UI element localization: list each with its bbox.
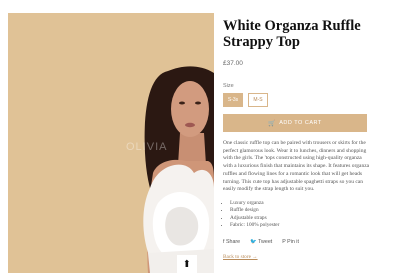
product-price: £37.00 [223,60,243,67]
cart-icon: 🛒 [268,120,277,127]
product-image[interactable]: OLIVIA [8,13,214,273]
size-options: S-3s M-S [223,93,371,107]
share-bar: f Share 🐦 Tweet P Pin it [223,239,371,245]
watermark-text: OLIVIA [126,141,168,153]
size-option-m[interactable]: M-S [248,93,268,107]
add-to-cart-button[interactable]: 🛒 ADD TO CART [223,114,367,132]
list-item: Ruffle design [230,207,371,214]
share-label: Share [225,238,241,245]
size-option-s[interactable]: S-3s [223,93,243,107]
twitter-icon: 🐦 [250,238,257,245]
arrow-up-icon: ⬆ [182,258,192,270]
pinterest-icon: P [282,238,286,245]
back-to-store-link[interactable]: Back to store → [223,254,371,260]
zoom-button[interactable]: ⬆ [177,255,197,273]
tweet-label: Tweet [258,238,273,245]
list-item: Adjustable straps [230,215,371,222]
add-to-cart-label: ADD TO CART [279,120,322,126]
size-label: Size [223,83,234,89]
product-title: White Organza Ruffle Strappy Top [223,18,361,50]
share-facebook-button[interactable]: f Share [223,239,240,245]
pin-label: Pin it [287,238,299,245]
facebook-icon: f [223,238,225,245]
product-info: White Organza Ruffle Strappy Top £37.00 … [223,18,371,260]
share-twitter-button[interactable]: 🐦 Tweet [250,239,272,245]
feature-list: Luxury organza Ruffle design Adjustable … [223,200,371,230]
list-item: Fabric: 100% polyester [230,222,371,229]
product-description: One classic ruffle top can be paired wit… [223,140,370,193]
share-pinterest-button[interactable]: P Pin it [282,239,299,245]
